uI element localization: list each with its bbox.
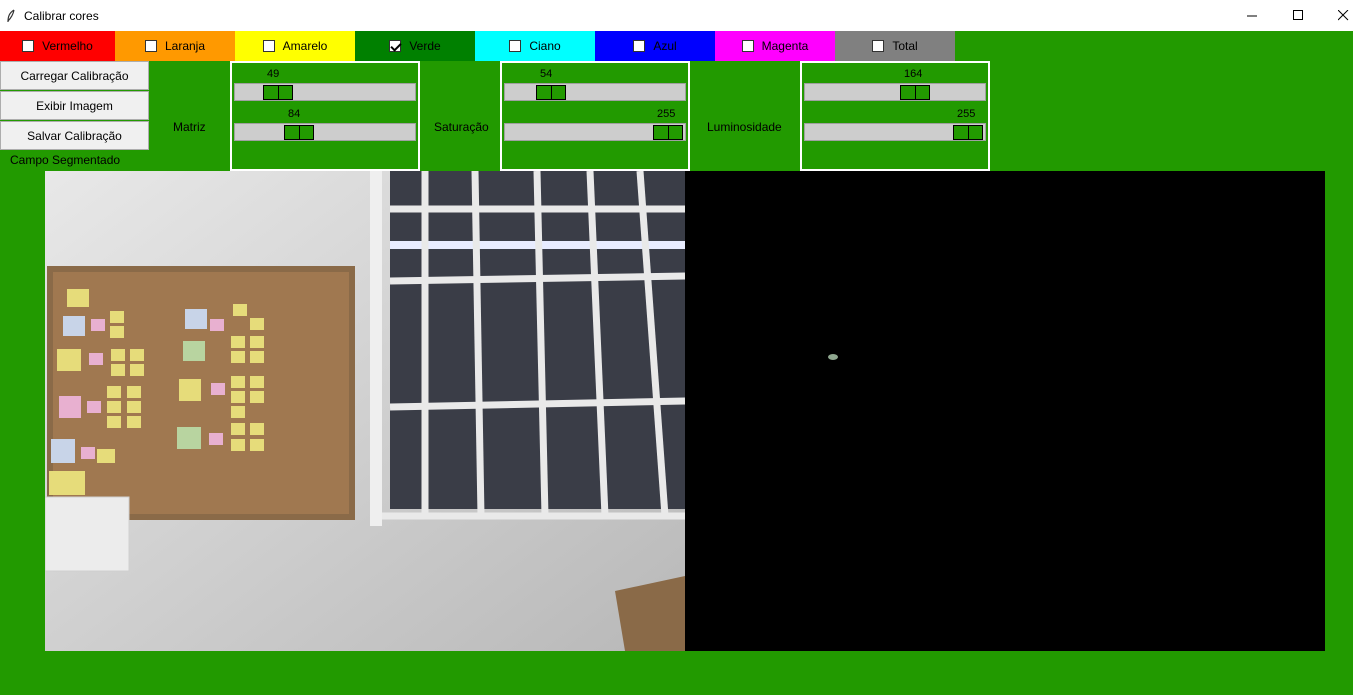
sat-max-value: 255 — [657, 108, 676, 120]
tab-label: Ciano — [529, 39, 561, 53]
tab-total[interactable]: Total — [835, 31, 955, 61]
feather-icon — [7, 8, 15, 22]
matriz-min-value: 49 — [267, 68, 280, 80]
matriz-max-slider[interactable] — [284, 125, 314, 140]
tab-label: Verde — [409, 39, 441, 53]
sat-max-trough[interactable] — [504, 123, 686, 141]
lum-min-scale: 164 — [802, 63, 988, 103]
lum-min-slider[interactable] — [900, 85, 930, 100]
title-bar: Calibrar cores — [0, 0, 1353, 31]
checkbox-laranja[interactable] — [144, 40, 157, 52]
matriz-max-value: 84 — [288, 108, 301, 120]
tab-label: Total — [892, 39, 918, 53]
matriz-max-scale: 84 — [232, 103, 418, 143]
matriz-min-trough[interactable] — [234, 83, 416, 101]
tab-label: Vermelho — [42, 39, 93, 53]
maximize-button[interactable] — [1275, 0, 1321, 31]
tab-label: Magenta — [761, 39, 809, 53]
lum-max-value: 255 — [957, 108, 976, 120]
checkbox-azul[interactable] — [633, 40, 646, 52]
checkbox-total[interactable] — [872, 40, 885, 52]
checkbox-amarelo[interactable] — [262, 40, 275, 52]
color-tabs: Vermelho Laranja Amarelo Verde Ciano Azu… — [0, 31, 955, 61]
matriz-min-slider[interactable] — [263, 85, 293, 100]
saturacao-slider-group: 54 255 — [500, 61, 690, 171]
tab-verde[interactable]: Verde — [355, 31, 475, 61]
sat-max-slider[interactable] — [653, 125, 683, 140]
tab-label: Amarelo — [282, 39, 328, 53]
close-button[interactable] — [1321, 0, 1353, 31]
tab-magenta[interactable]: Magenta — [715, 31, 835, 61]
matriz-max-trough[interactable] — [234, 123, 416, 141]
minimize-icon — [1246, 15, 1257, 17]
checkbox-verde[interactable] — [389, 40, 402, 52]
sat-min-trough[interactable] — [504, 83, 686, 101]
sat-min-value: 54 — [540, 68, 553, 80]
matriz-label: Matriz — [173, 120, 206, 134]
save-calibration-button[interactable]: Salvar Calibração — [0, 121, 149, 150]
tab-laranja[interactable]: Laranja — [115, 31, 235, 61]
lum-max-scale: 255 — [802, 103, 988, 143]
segmented-image — [685, 171, 1325, 651]
matriz-slider-group: 49 84 — [230, 61, 420, 171]
sat-min-slider[interactable] — [536, 85, 566, 100]
maximize-icon — [1292, 10, 1303, 20]
saturacao-label: Saturação — [434, 120, 489, 134]
checkbox-magenta[interactable] — [741, 40, 754, 52]
segmented-scene — [828, 354, 838, 360]
close-icon — [1338, 10, 1349, 21]
camera-image — [45, 171, 685, 651]
minimize-button[interactable] — [1229, 0, 1275, 31]
tab-vermelho[interactable]: Vermelho — [0, 31, 115, 61]
checkbox-vermelho[interactable] — [22, 40, 35, 52]
tab-azul[interactable]: Azul — [595, 31, 715, 61]
lum-min-trough[interactable] — [804, 83, 986, 101]
luminosidade-label: Luminosidade — [707, 120, 782, 134]
luminosidade-slider-group: 164 255 — [800, 61, 990, 171]
lum-max-trough[interactable] — [804, 123, 986, 141]
tab-label: Laranja — [164, 39, 206, 53]
lum-min-value: 164 — [904, 68, 923, 80]
lum-max-slider[interactable] — [953, 125, 983, 140]
sat-max-scale: 255 — [502, 103, 688, 143]
tab-amarelo[interactable]: Amarelo — [235, 31, 355, 61]
show-image-button[interactable]: Exibir Imagem — [0, 91, 149, 120]
camera-scene — [45, 171, 685, 651]
sat-min-scale: 54 — [502, 63, 688, 103]
load-calibration-button[interactable]: Carregar Calibração — [0, 61, 149, 90]
matriz-min-scale: 49 — [232, 63, 418, 103]
checkbox-ciano[interactable] — [509, 40, 522, 52]
tab-ciano[interactable]: Ciano — [475, 31, 595, 61]
window-title: Calibrar cores — [24, 8, 99, 23]
segmented-field-label: Campo Segmentado — [10, 153, 121, 167]
tab-label: Azul — [653, 39, 677, 53]
